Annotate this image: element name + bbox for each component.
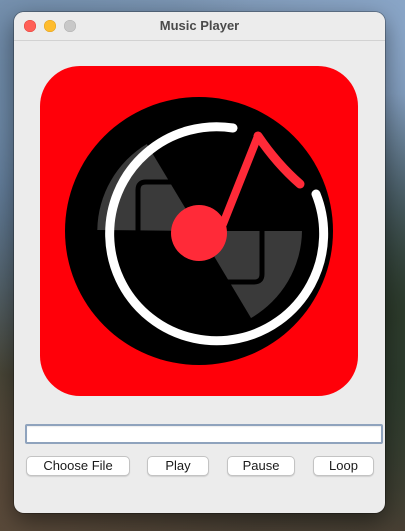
choose-file-button[interactable]: Choose File: [26, 456, 130, 476]
play-button[interactable]: Play: [147, 456, 209, 476]
pause-button[interactable]: Pause: [227, 456, 295, 476]
window-title: Music Player: [159, 18, 240, 33]
loop-button[interactable]: Loop: [313, 456, 374, 476]
file-path-field[interactable]: [25, 424, 383, 444]
music-disc-icon: [40, 66, 358, 396]
title-bar[interactable]: Music Player: [14, 12, 385, 41]
music-player-window: Music Player Choose File Play Pause Loop: [14, 12, 385, 513]
note-head: [171, 205, 227, 261]
